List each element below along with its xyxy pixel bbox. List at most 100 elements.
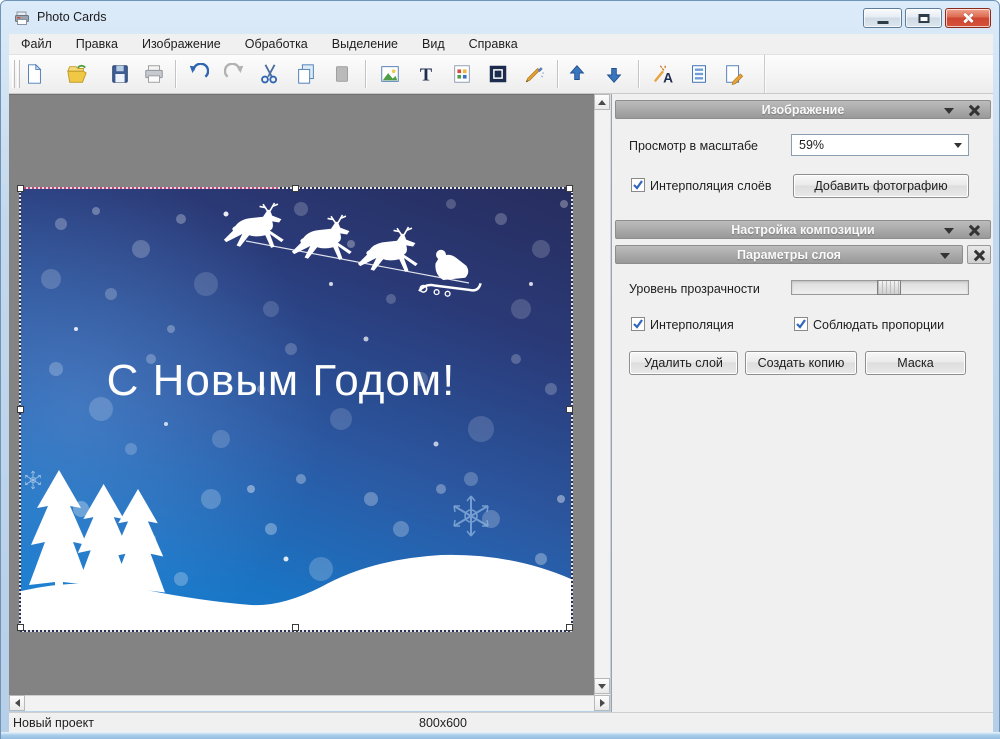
selection-handle-w[interactable] <box>17 406 24 413</box>
vertical-scrollbar[interactable] <box>594 94 610 695</box>
arrow-up-icon <box>566 63 588 85</box>
menu-edit[interactable]: Правка <box>64 34 130 54</box>
menu-file[interactable]: Файл <box>9 34 64 54</box>
interpolation-checkbox[interactable] <box>631 317 645 331</box>
scroll-left-button[interactable] <box>9 695 25 711</box>
status-bar: Новый проект 800x600 <box>9 712 993 732</box>
add-text-button[interactable]: T <box>413 61 439 87</box>
menu-processing[interactable]: Обработка <box>233 34 320 54</box>
scroll-up-button[interactable] <box>594 94 610 110</box>
application-window: Photo Cards Файл Правка Изображение Обра… <box>0 0 1000 739</box>
selection-handle-n[interactable] <box>292 185 299 192</box>
check-icon <box>632 318 644 330</box>
triangle-left-icon <box>15 699 20 707</box>
maximize-icon <box>918 14 929 23</box>
selection-handle-s[interactable] <box>292 624 299 631</box>
panel-close-icon[interactable] <box>968 104 980 116</box>
keep-proportions-checkbox[interactable] <box>794 317 808 331</box>
layer-panel-header[interactable]: Параметры слоя <box>615 245 963 264</box>
panel-close-icon[interactable] <box>968 224 980 236</box>
cut-button[interactable] <box>257 61 283 87</box>
edit-document-icon <box>723 63 745 85</box>
triangle-right-icon <box>600 699 605 707</box>
delete-layer-button[interactable]: Удалить слой <box>629 351 738 375</box>
add-image-button[interactable] <box>377 61 403 87</box>
opacity-label: Уровень прозрачности <box>629 282 760 296</box>
interpolate-layers-label: Интерполяция слоёв <box>650 179 772 193</box>
menu-bar: Файл Правка Изображение Обработка Выделе… <box>9 34 993 55</box>
layer-panel-close-box[interactable] <box>967 245 991 264</box>
selection-handle-ne[interactable] <box>566 185 573 192</box>
brush-icon <box>523 63 545 85</box>
add-frame-button[interactable] <box>485 61 511 87</box>
toolbar-grip[interactable] <box>12 60 15 88</box>
magic-wand-icon: A <box>653 63 675 85</box>
canvas-workspace[interactable]: С Новым Годом! <box>9 94 594 695</box>
add-image-icon <box>379 63 401 85</box>
cut-icon <box>259 63 281 85</box>
add-clipart-button[interactable] <box>449 61 475 87</box>
print-button[interactable] <box>141 61 167 87</box>
effects-button[interactable] <box>521 61 547 87</box>
move-layer-down-button[interactable] <box>601 61 627 87</box>
copy-button[interactable] <box>293 61 319 87</box>
undo-icon <box>187 63 209 85</box>
selection-handle-nw[interactable] <box>17 185 24 192</box>
menu-image[interactable]: Изображение <box>130 34 233 54</box>
collapse-icon[interactable] <box>940 253 950 259</box>
undo-button[interactable] <box>185 61 211 87</box>
app-icon <box>14 10 30 26</box>
greeting-card-canvas[interactable]: С Новым Годом! <box>21 189 571 630</box>
minimize-button[interactable] <box>863 8 902 28</box>
scroll-down-button[interactable] <box>594 678 610 694</box>
scroll-right-button[interactable] <box>594 695 610 711</box>
redo-button[interactable] <box>222 61 248 87</box>
new-document-button[interactable] <box>21 61 47 87</box>
selection-border-top-accent <box>20 187 279 189</box>
svg-text:A: A <box>663 70 673 85</box>
toolbar-separator <box>638 60 639 88</box>
toolbar-grip[interactable] <box>17 60 20 88</box>
interpolation-label: Интерполяция <box>650 318 734 332</box>
selection-handle-se[interactable] <box>566 624 573 631</box>
mask-button[interactable]: Маска <box>865 351 966 375</box>
arrow-down-icon <box>603 63 625 85</box>
move-layer-up-button[interactable] <box>564 61 590 87</box>
collapse-icon[interactable] <box>944 108 954 114</box>
interpolate-layers-checkbox[interactable] <box>631 178 645 192</box>
collapse-icon[interactable] <box>944 228 954 234</box>
card-artwork <box>21 189 571 630</box>
save-icon <box>109 63 131 85</box>
add-photo-button[interactable]: Добавить фотографию <box>793 174 969 198</box>
santa-sleigh-reindeer <box>224 203 481 296</box>
copy-layer-button[interactable]: Создать копию <box>745 351 857 375</box>
image-panel-header[interactable]: Изображение <box>615 100 991 119</box>
close-button[interactable] <box>945 8 991 28</box>
paste-button[interactable] <box>329 61 355 87</box>
chevron-down-icon <box>954 143 962 148</box>
window-frame-bottom <box>1 732 1000 739</box>
zoom-combobox[interactable]: 59% <box>791 134 969 156</box>
selection-handle-sw[interactable] <box>17 624 24 631</box>
toolbar: T A <box>9 55 993 94</box>
opacity-slider[interactable] <box>791 280 969 295</box>
opacity-slider-handle[interactable] <box>877 280 901 295</box>
horizontal-scrollbar[interactable] <box>9 695 610 711</box>
maximize-button[interactable] <box>905 8 942 28</box>
menu-view[interactable]: Вид <box>410 34 457 54</box>
selection-handle-e[interactable] <box>566 406 573 413</box>
save-button[interactable] <box>107 61 133 87</box>
greeting-text[interactable]: С Новым Годом! <box>21 356 541 406</box>
font-effects-button[interactable]: A <box>651 61 677 87</box>
open-file-button[interactable] <box>64 61 90 87</box>
titlebar[interactable]: Photo Cards <box>1 1 1000 34</box>
menu-selection[interactable]: Выделение <box>320 34 410 54</box>
fir-trees <box>29 470 165 603</box>
menu-help[interactable]: Справка <box>457 34 530 54</box>
paste-icon <box>331 63 353 85</box>
layer-panel-title: Параметры слоя <box>737 248 841 262</box>
close-icon <box>962 12 974 24</box>
composition-panel-header[interactable]: Настройка композиции <box>615 220 991 239</box>
edit-document-button[interactable] <box>721 61 747 87</box>
layers-document-button[interactable] <box>686 61 712 87</box>
